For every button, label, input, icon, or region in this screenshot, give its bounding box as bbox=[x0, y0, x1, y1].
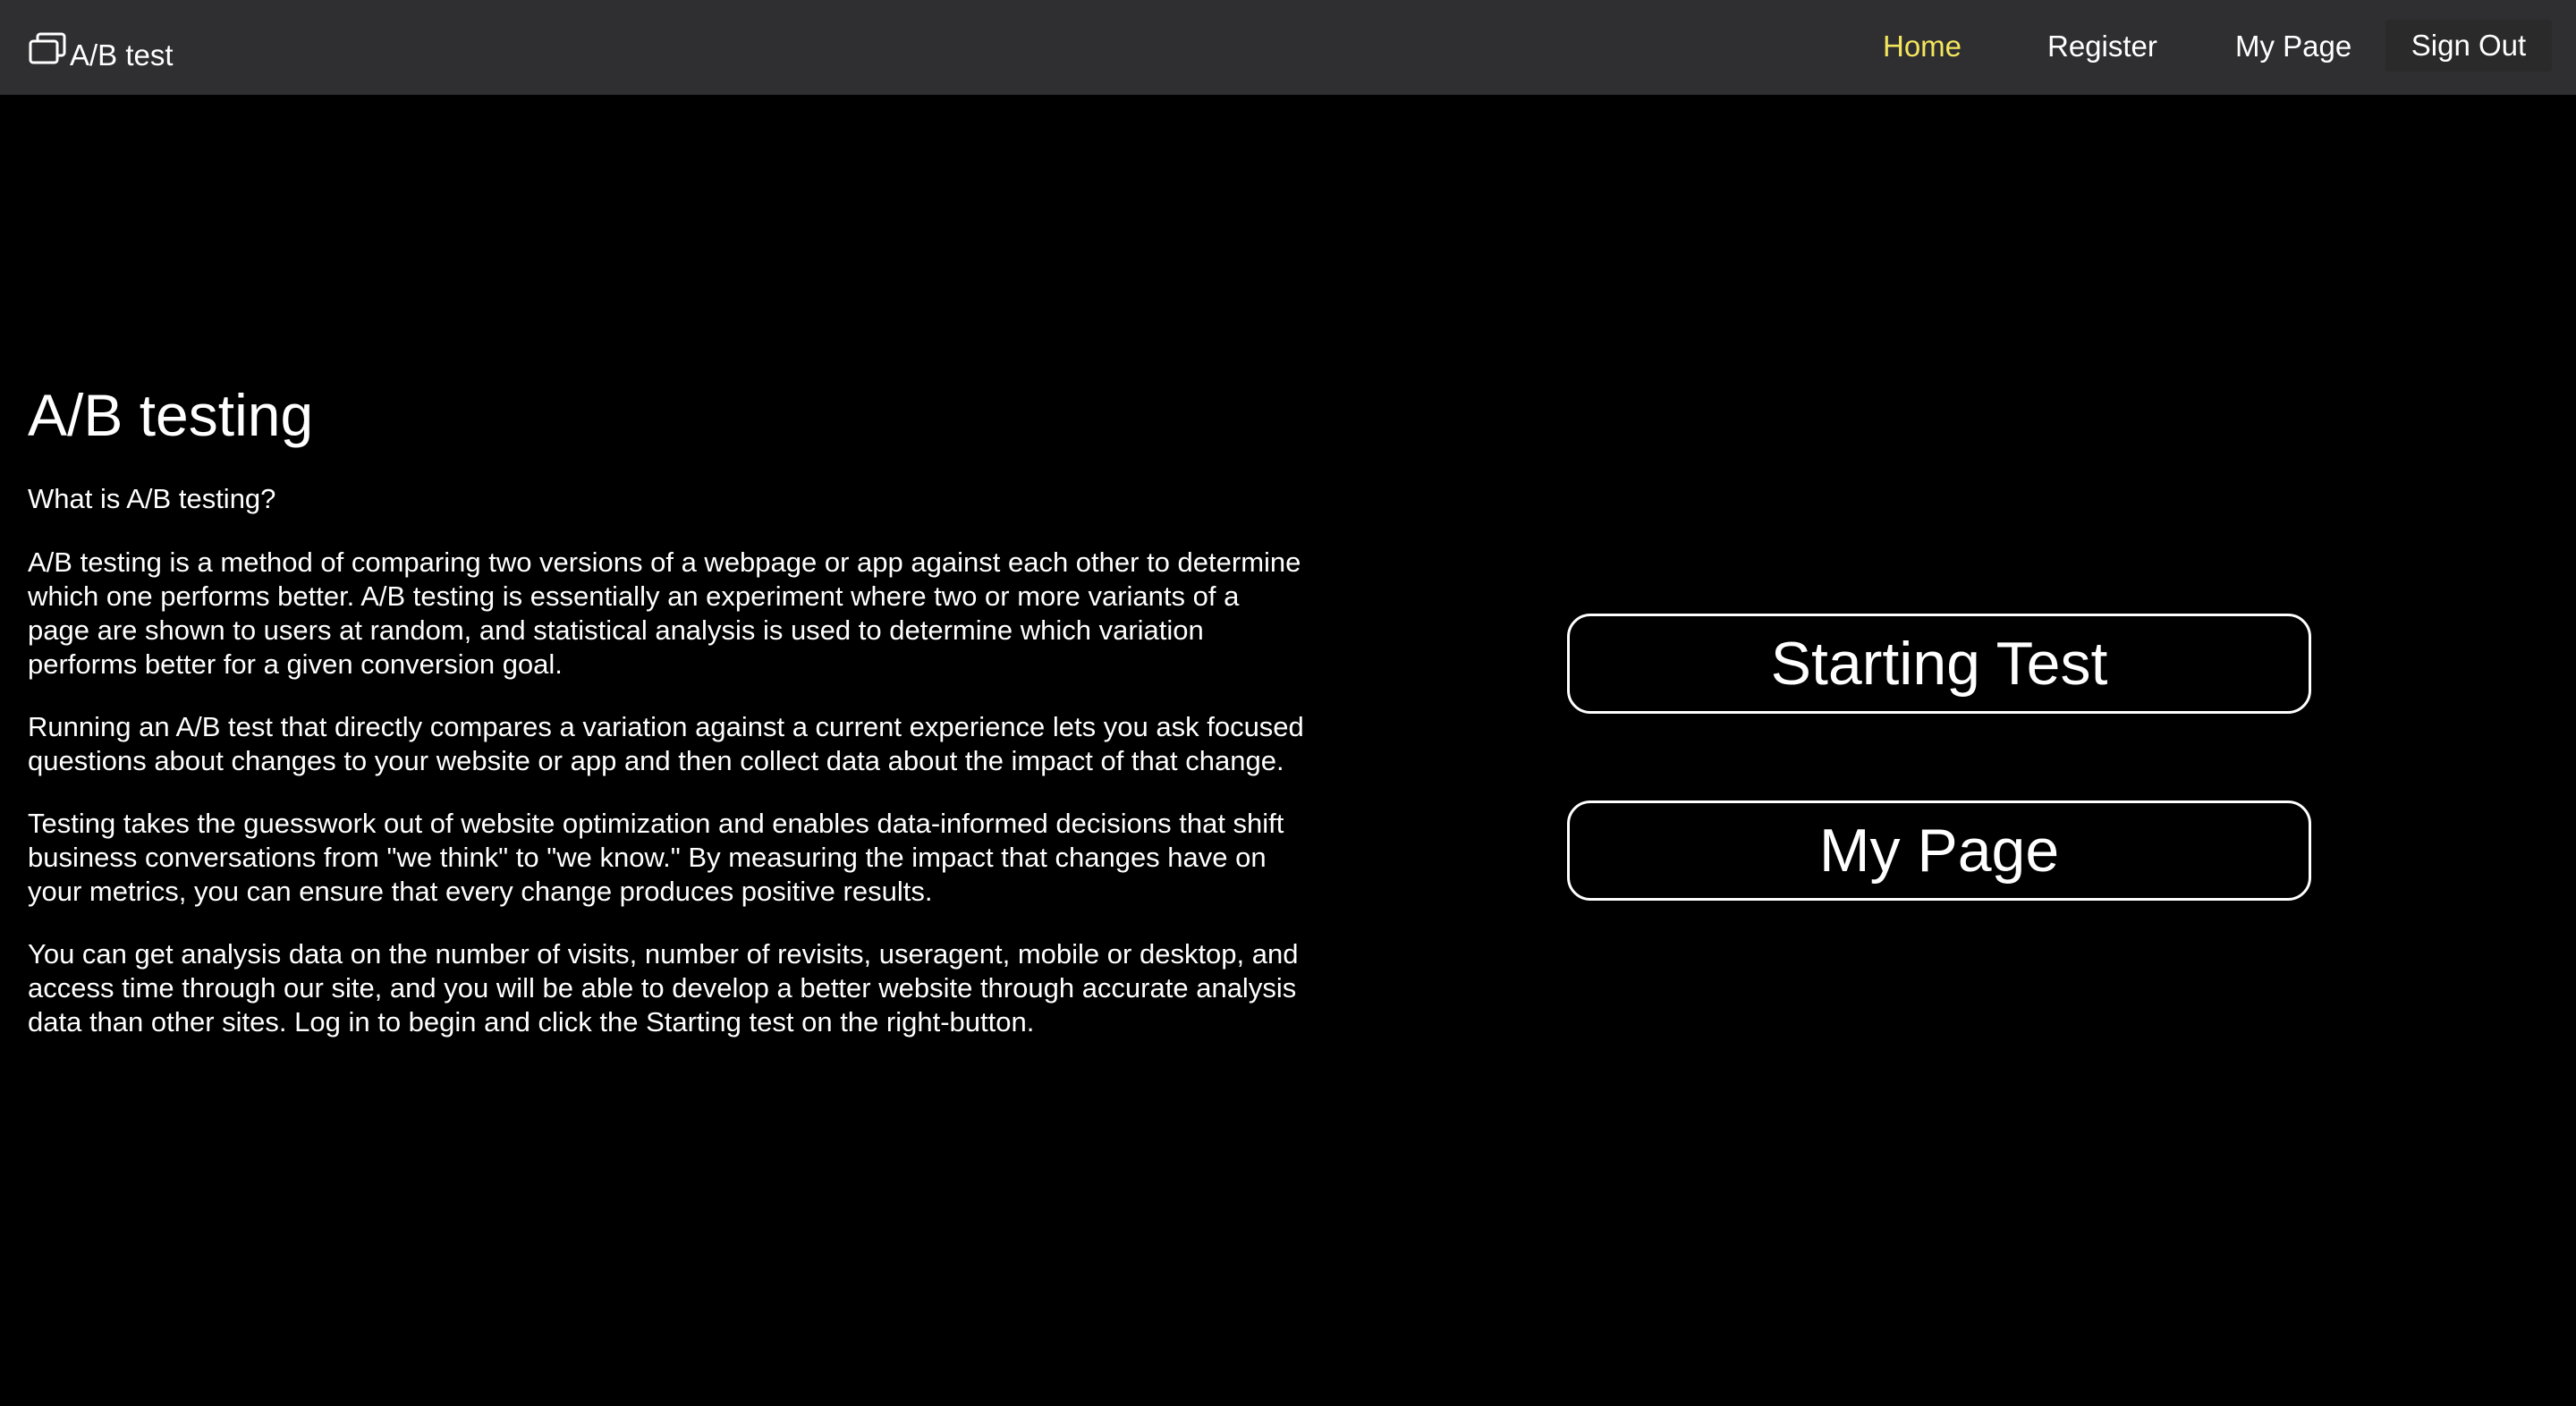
sign-out-button[interactable]: Sign Out bbox=[2385, 20, 2552, 72]
sign-out-label: Sign Out bbox=[2411, 29, 2527, 62]
paragraph-site-features: You can get analysis data on the number … bbox=[28, 938, 1299, 1038]
top-navbar: A/B test Home Register My Page Sign Out bbox=[0, 0, 2576, 95]
paragraph-running-test: Running an A/B test that directly compar… bbox=[28, 711, 1304, 777]
brand-link[interactable]: A/B test bbox=[29, 23, 174, 72]
page-title: A/B testing bbox=[28, 382, 314, 448]
paragraph-testing-benefits: Testing takes the guesswork out of websi… bbox=[28, 808, 1284, 908]
intro-section: A/B testing What is A/B testing? A/B tes… bbox=[28, 382, 1307, 1068]
nav-link-home[interactable]: Home bbox=[1883, 30, 1962, 64]
window-icon bbox=[29, 32, 68, 72]
nav-link-register[interactable]: Register bbox=[2047, 30, 2157, 64]
brand-label: A/B test bbox=[70, 38, 174, 72]
nav-link-my-page[interactable]: My Page bbox=[2235, 30, 2351, 64]
starting-test-button[interactable]: Starting Test bbox=[1567, 614, 2311, 714]
paragraph-definition: A/B testing is a method of comparing two… bbox=[28, 546, 1301, 681]
my-page-button[interactable]: My Page bbox=[1567, 800, 2311, 901]
intro-subtitle: What is A/B testing? bbox=[28, 483, 276, 515]
